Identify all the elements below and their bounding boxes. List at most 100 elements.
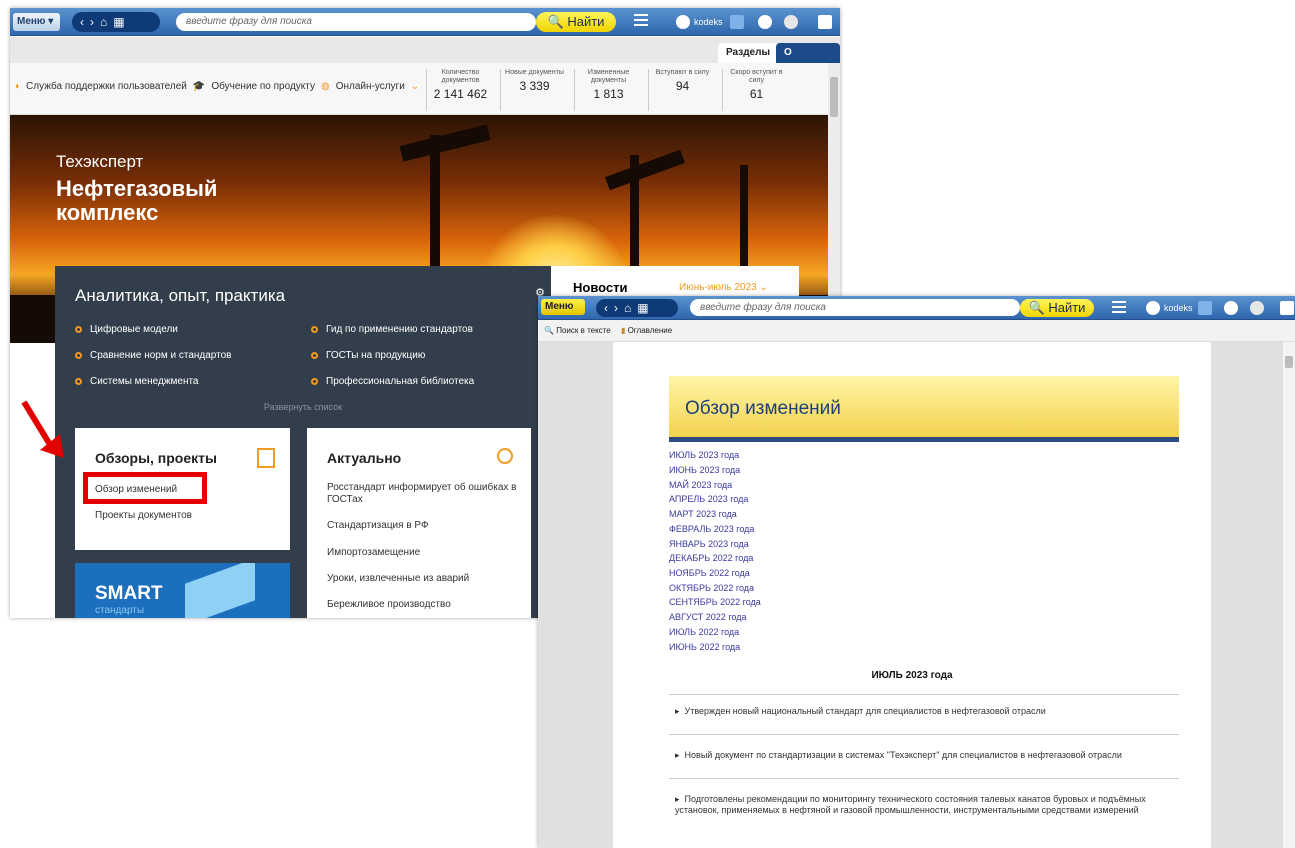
news-item[interactable]: ▸ Подготовлены рекомендации по мониторин…: [675, 794, 1175, 816]
menu-button[interactable]: Меню ▾: [541, 299, 585, 328]
folder-icon[interactable]: [1198, 301, 1212, 315]
tab-about[interactable]: О системе: [776, 43, 840, 78]
home-icon[interactable]: ⌂: [100, 15, 113, 29]
news-title: Новости: [573, 280, 628, 295]
chat-icon[interactable]: [818, 15, 832, 29]
pumpjack-image: [605, 149, 685, 191]
panel-item-label: Сравнение норм и стандартов: [90, 350, 232, 361]
notification-icon[interactable]: [1250, 301, 1264, 315]
stat-soon[interactable]: Скоро вступит в силу 61: [722, 69, 790, 111]
stopwatch-icon: [497, 448, 513, 464]
search-input[interactable]: введите фразу для поиска: [690, 299, 1020, 316]
actual-link[interactable]: Импортозамещение: [327, 547, 517, 559]
stat-new[interactable]: Новые документы 3 339: [500, 69, 568, 111]
home-icon[interactable]: ⌂: [624, 301, 637, 315]
top-toolbar: Меню ▾ ‹›⌂▦ введите фразу для поиска 🔍 Н…: [538, 296, 1295, 328]
month-link[interactable]: АВГУСТ 2022 года: [669, 610, 746, 624]
search-in-text-button[interactable]: Поиск в тексте: [556, 326, 611, 335]
month-link[interactable]: ОКТЯБРЬ 2022 года: [669, 581, 754, 595]
grid-icon[interactable]: ▦: [113, 15, 130, 29]
chevron-down-icon[interactable]: ⌄: [411, 81, 419, 92]
globe-icon: ◍: [320, 81, 330, 92]
find-button[interactable]: 🔍 Найти: [536, 12, 616, 32]
newspaper-icon: [257, 448, 275, 468]
document-area: Обзор изменений ИЮЛЬ 2023 года ИЮНЬ 2023…: [538, 342, 1295, 848]
training-link[interactable]: Обучение по продукту: [211, 81, 315, 92]
tab-razdely[interactable]: Разделы: [718, 43, 778, 63]
username[interactable]: kodeks: [694, 14, 723, 30]
month-link[interactable]: СЕНТЯБРЬ 2022 года: [669, 595, 761, 609]
stat-changed[interactable]: Измененные документы 1 813: [574, 69, 642, 111]
card-title: Обзоры, проекты: [95, 450, 217, 466]
username[interactable]: kodeks: [1164, 300, 1193, 316]
month-link[interactable]: ИЮЛЬ 2023 года: [669, 448, 739, 462]
grid-icon[interactable]: ▦: [637, 301, 654, 315]
clock-icon[interactable]: [1224, 301, 1238, 315]
panel-item[interactable]: ГОСТы на продукцию: [311, 350, 425, 361]
menu-button[interactable]: Меню ▾: [13, 13, 60, 31]
actual-link[interactable]: Бережливое производство: [327, 599, 517, 611]
nav-controls[interactable]: ‹›⌂▦: [72, 12, 160, 32]
back-icon[interactable]: ‹: [604, 301, 614, 315]
scrollbar-thumb[interactable]: [1285, 356, 1293, 368]
nav-controls[interactable]: ‹›⌂▦: [596, 299, 678, 317]
month-link[interactable]: МАЙ 2023 года: [669, 478, 732, 492]
month-link[interactable]: ИЮНЬ 2023 года: [669, 463, 740, 477]
news-item-label: Новый документ по стандартизации в систе…: [684, 750, 1122, 760]
section-heading: ИЮЛЬ 2023 года: [871, 670, 953, 681]
draft-documents-link[interactable]: Проекты документов: [95, 510, 285, 522]
search-input[interactable]: введите фразу для поиска: [176, 13, 536, 31]
support-link[interactable]: Служба поддержки пользователей: [26, 81, 187, 92]
book-icon[interactable]: ▮: [621, 326, 625, 335]
notification-icon[interactable]: [784, 15, 798, 29]
user-icon[interactable]: [1146, 301, 1160, 315]
find-label: Найти: [1048, 300, 1086, 315]
month-link[interactable]: ИЮЛЬ 2022 года: [669, 625, 739, 639]
search-icon[interactable]: 🔍: [544, 326, 554, 335]
find-button[interactable]: 🔍 Найти: [1020, 299, 1094, 317]
folder-icon[interactable]: [730, 15, 744, 29]
hero-title: Нефтегазовый комплекс: [56, 176, 218, 225]
stat-effective[interactable]: Вступают в силу 94: [648, 69, 716, 111]
news-item[interactable]: ▸ Новый документ по стандартизации в сис…: [675, 750, 1175, 761]
panel-item[interactable]: Системы менеджмента: [75, 376, 199, 387]
hamburger-icon[interactable]: [1112, 301, 1126, 313]
chat-icon[interactable]: [1280, 301, 1294, 315]
bullet-icon: [311, 352, 318, 359]
actual-link[interactable]: Уроки, извлеченные из аварий: [327, 573, 517, 585]
hamburger-icon[interactable]: [634, 14, 648, 26]
panel-item[interactable]: Сравнение норм и стандартов: [75, 350, 231, 361]
month-link[interactable]: ЯНВАРЬ 2023 года: [669, 537, 749, 551]
month-link[interactable]: ФЕВРАЛЬ 2023 года: [669, 522, 754, 536]
user-icon[interactable]: [676, 15, 690, 29]
menu-label: Меню: [17, 16, 46, 27]
month-link[interactable]: МАРТ 2023 года: [669, 507, 737, 521]
panel-item[interactable]: Цифровые модели: [75, 324, 178, 335]
scrollbar-thumb[interactable]: [830, 77, 838, 117]
forward-icon[interactable]: ›: [90, 15, 100, 29]
reviews-card: Обзоры, проекты Обзор изменений Проекты …: [75, 428, 290, 550]
month-link[interactable]: ИЮНЬ 2022 года: [669, 640, 740, 654]
month-link[interactable]: ДЕКАБРЬ 2022 года: [669, 551, 753, 565]
actual-link[interactable]: Стандартизация в РФ: [327, 520, 517, 532]
back-icon[interactable]: ‹: [80, 15, 90, 29]
panel-item[interactable]: Гид по применению стандартов: [311, 324, 473, 335]
scrollbar[interactable]: [1283, 342, 1295, 848]
news-date-label: Июнь-июль 2023: [679, 282, 757, 293]
stat-label: Вступают в силу: [655, 69, 710, 76]
month-link[interactable]: АПРЕЛЬ 2023 года: [669, 492, 748, 506]
clock-icon[interactable]: [758, 15, 772, 29]
panel-item[interactable]: Профессиональная библиотека: [311, 376, 474, 387]
actual-link[interactable]: Росстандарт информирует об ошибках в ГОС…: [327, 482, 517, 506]
expand-list-link[interactable]: Развернуть список: [55, 402, 551, 412]
document-window: Меню ▾ ‹›⌂▦ введите фразу для поиска 🔍 Н…: [538, 296, 1295, 848]
forward-icon[interactable]: ›: [614, 301, 624, 315]
news-item[interactable]: ▸ Утвержден новый национальный стандарт …: [675, 706, 1175, 717]
contents-button[interactable]: Оглавление: [628, 326, 673, 335]
month-link[interactable]: НОЯБРЬ 2022 года: [669, 566, 750, 580]
news-date-select[interactable]: Июнь-июль 2023 ⌄: [679, 282, 768, 293]
smart-banner[interactable]: SMART стандарты: [75, 563, 290, 618]
stat-value: 2 141 462: [433, 87, 488, 101]
online-services-link[interactable]: Онлайн-услуги: [336, 81, 405, 92]
stat-total[interactable]: Количество документов 2 141 462: [426, 69, 494, 111]
